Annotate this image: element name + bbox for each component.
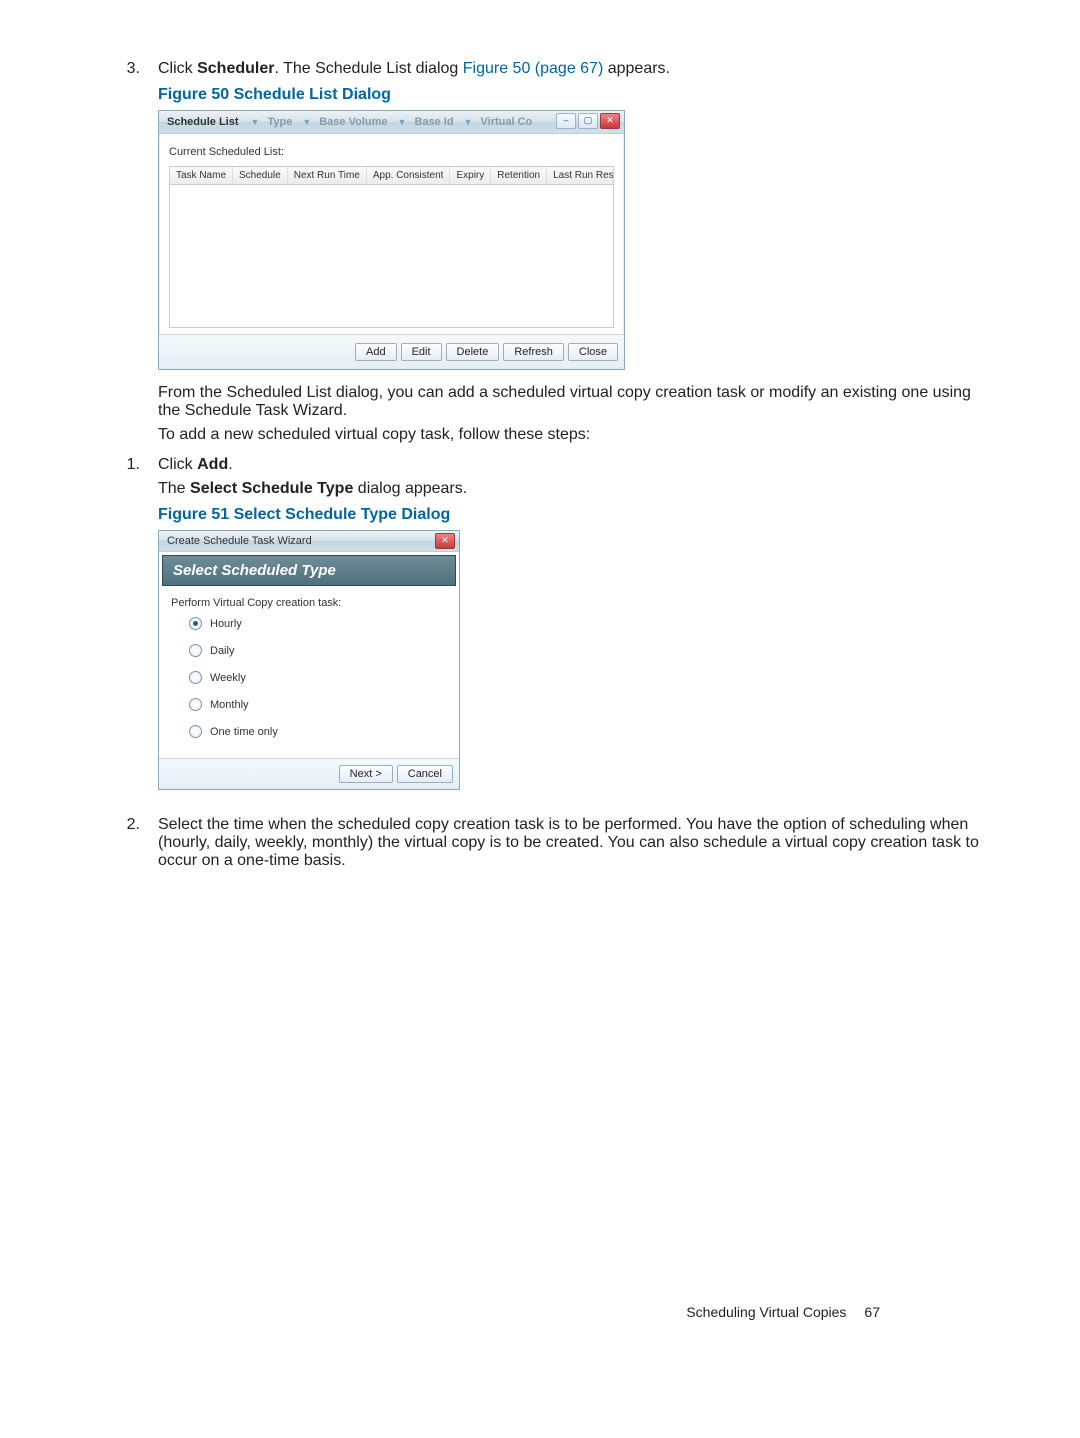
select-schedule-type-keyword: Select Schedule Type <box>190 480 353 497</box>
step-number: 3. <box>100 60 158 450</box>
radio-label: Hourly <box>210 618 242 630</box>
text: appears. <box>603 60 670 77</box>
dialog-title: Create Schedule Task Wizard <box>167 535 312 547</box>
radio-icon <box>189 617 202 630</box>
paragraph: From the Scheduled List dialog, you can … <box>158 384 980 420</box>
dialog-button-row: Add Edit Delete Refresh Close <box>159 334 624 369</box>
schedule-list-dialog: Schedule List ▼ Type ▼ Base Volume ▼ Bas… <box>158 110 625 370</box>
page-footer: Scheduling Virtual Copies 67 <box>686 1304 880 1320</box>
dialog-titlebar: Schedule List ▼ Type ▼ Base Volume ▼ Bas… <box>159 111 624 134</box>
wizard-button-row: Next > Cancel <box>159 758 459 789</box>
radio-label: One time only <box>210 726 278 738</box>
step-body: Click Add. The Select Schedule Type dial… <box>158 456 980 810</box>
step-2: 2. Select the time when the scheduled co… <box>100 816 980 870</box>
radio-label: Monthly <box>210 699 249 711</box>
radio-monthly[interactable]: Monthly <box>189 698 447 711</box>
col-task-name[interactable]: Task Name <box>170 167 233 184</box>
dialog-titlebar: Create Schedule Task Wizard ✕ <box>159 531 459 552</box>
add-button[interactable]: Add <box>355 343 397 361</box>
table-header-row: Task Name Schedule Next Run Time App. Co… <box>170 167 613 185</box>
wizard-banner: Select Scheduled Type <box>162 555 456 586</box>
text: The <box>158 480 190 497</box>
chevron-down-icon: ▼ <box>302 117 311 127</box>
col-expiry[interactable]: Expiry <box>450 167 491 184</box>
text: Click <box>158 456 197 473</box>
delete-button[interactable]: Delete <box>446 343 500 361</box>
cancel-button[interactable]: Cancel <box>397 765 453 783</box>
text: . <box>228 456 232 473</box>
ghost-col: Virtual Co <box>481 116 533 128</box>
next-button[interactable]: Next > <box>339 765 393 783</box>
radio-daily[interactable]: Daily <box>189 644 447 657</box>
radio-icon <box>189 671 202 684</box>
select-schedule-type-dialog: Create Schedule Task Wizard ✕ Select Sch… <box>158 530 460 790</box>
text: . The Schedule List dialog <box>274 60 462 77</box>
scheduled-list-table: Task Name Schedule Next Run Time App. Co… <box>169 166 614 328</box>
chevron-down-icon: ▼ <box>251 117 260 127</box>
col-last-run[interactable]: Last Run Result <box>547 167 614 184</box>
close-icon[interactable]: ✕ <box>600 113 620 129</box>
step-number: 2. <box>100 816 158 870</box>
radio-one-time[interactable]: One time only <box>189 725 447 738</box>
radio-icon <box>189 725 202 738</box>
ghost-col: Base Volume <box>319 116 387 128</box>
text: Click <box>158 60 197 77</box>
radio-label: Daily <box>210 645 234 657</box>
col-retention[interactable]: Retention <box>491 167 547 184</box>
close-button[interactable]: Close <box>568 343 618 361</box>
refresh-button[interactable]: Refresh <box>503 343 564 361</box>
prompt-label: Perform Virtual Copy creation task: <box>171 597 447 609</box>
chevron-down-icon: ▼ <box>398 117 407 127</box>
radio-label: Weekly <box>210 672 246 684</box>
dialog-title: Schedule List <box>167 116 239 128</box>
close-icon[interactable]: ✕ <box>435 533 455 549</box>
radio-hourly[interactable]: Hourly <box>189 617 447 630</box>
scheduler-keyword: Scheduler <box>197 60 274 77</box>
col-schedule[interactable]: Schedule <box>233 167 288 184</box>
footer-page-number: 67 <box>864 1304 880 1320</box>
step-1: 1. Click Add. The Select Schedule Type d… <box>100 456 980 810</box>
edit-button[interactable]: Edit <box>401 343 442 361</box>
col-next-run[interactable]: Next Run Time <box>288 167 367 184</box>
chevron-down-icon: ▼ <box>464 117 473 127</box>
step-3: 3. Click Scheduler. The Schedule List di… <box>100 60 980 450</box>
section-label: Current Scheduled List: <box>169 146 614 158</box>
figure-51-caption: Figure 51 Select Schedule Type Dialog <box>158 506 980 524</box>
maximize-icon[interactable]: ▢ <box>578 113 598 129</box>
step-number: 1. <box>100 456 158 810</box>
ghost-col: Base Id <box>414 116 453 128</box>
col-app-consistent[interactable]: App. Consistent <box>367 167 451 184</box>
step-body: Click Scheduler. The Schedule List dialo… <box>158 60 980 450</box>
figure-50-caption: Figure 50 Schedule List Dialog <box>158 86 980 104</box>
minimize-icon[interactable]: – <box>556 113 576 129</box>
radio-weekly[interactable]: Weekly <box>189 671 447 684</box>
ghost-col: Type <box>267 116 292 128</box>
add-keyword: Add <box>197 456 228 473</box>
radio-icon <box>189 698 202 711</box>
paragraph: To add a new scheduled virtual copy task… <box>158 426 980 444</box>
text: dialog appears. <box>353 480 467 497</box>
figure-50-link[interactable]: Figure 50 (page 67) <box>463 60 604 77</box>
footer-section: Scheduling Virtual Copies <box>686 1304 846 1320</box>
step-body: Select the time when the scheduled copy … <box>158 816 980 870</box>
radio-icon <box>189 644 202 657</box>
